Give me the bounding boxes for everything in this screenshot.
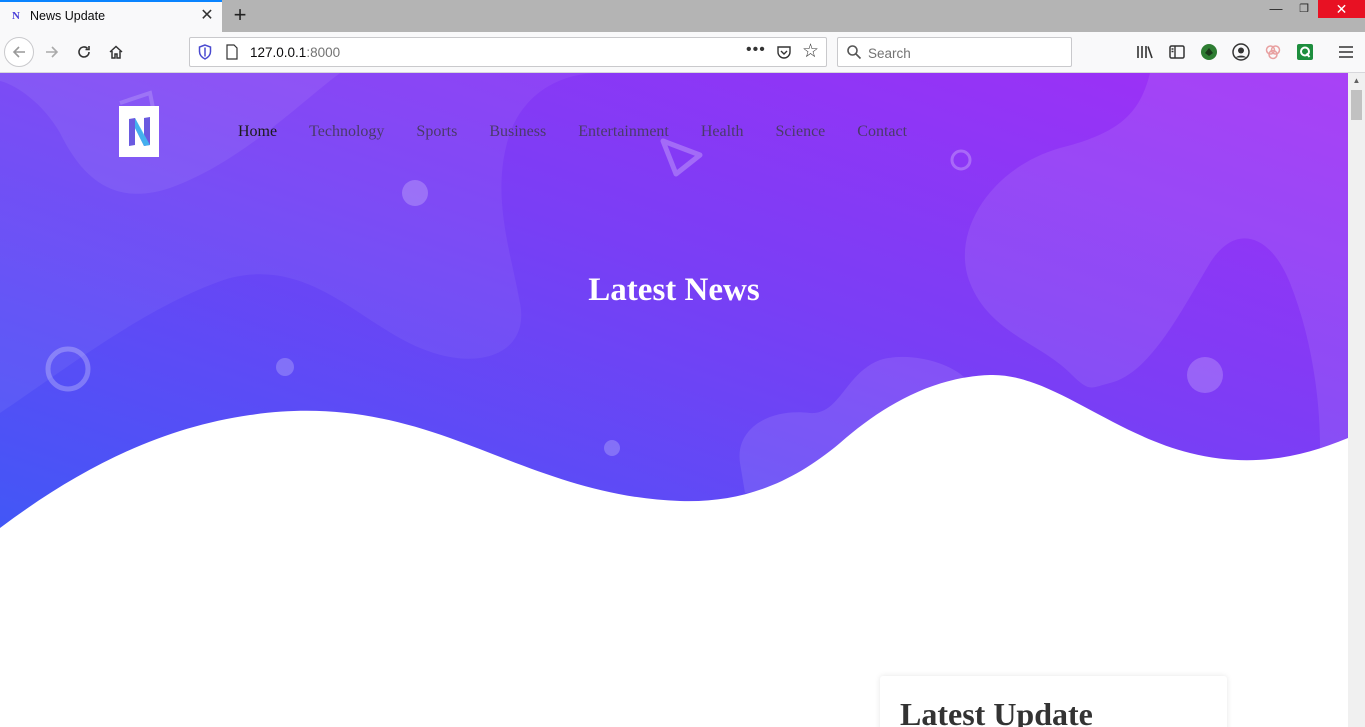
browser-toolbar: 127.0.0.1:8000 ••• ☆ Search [0, 32, 1365, 73]
nav-science[interactable]: Science [776, 123, 826, 141]
nav-entertainment[interactable]: Entertainment [578, 123, 669, 141]
main-nav: Home Technology Sports Business Entertai… [238, 123, 907, 141]
page-icon[interactable] [226, 44, 238, 60]
nav-technology[interactable]: Technology [309, 123, 384, 141]
tab-title: News Update [30, 9, 106, 23]
reload-icon [78, 46, 90, 58]
home-button[interactable] [102, 38, 130, 66]
star-icon[interactable]: ☆ [802, 40, 819, 63]
latest-update-title: Latest Update [900, 696, 1093, 727]
latest-update-card: Latest Update [880, 676, 1227, 727]
nav-sports[interactable]: Sports [416, 123, 457, 141]
search-bar[interactable]: Search [837, 37, 1072, 67]
nav-health[interactable]: Health [701, 123, 744, 141]
tab-close-icon[interactable]: ✕ [198, 7, 216, 25]
nav-business[interactable]: Business [489, 123, 546, 141]
tab-strip: N News Update ✕ + — ❐ ✕ [0, 0, 1365, 32]
scroll-thumb[interactable] [1351, 90, 1362, 120]
reload-button[interactable] [70, 38, 98, 66]
sidebar-icon[interactable] [1167, 42, 1187, 62]
page-actions-icon[interactable]: ••• [746, 41, 766, 59]
new-tab-button[interactable]: + [229, 3, 251, 27]
account-icon[interactable] [1231, 42, 1251, 62]
forward-button[interactable] [38, 38, 66, 66]
url-text[interactable]: 127.0.0.1:8000 [250, 45, 340, 60]
forward-arrow-icon [46, 46, 59, 58]
address-bar[interactable]: 127.0.0.1:8000 ••• ☆ [189, 37, 827, 67]
pocket-icon[interactable] [776, 44, 792, 60]
shield-icon[interactable] [198, 44, 212, 60]
nav-contact[interactable]: Contact [857, 123, 907, 141]
home-icon [109, 45, 123, 59]
page-scrollbar[interactable]: ▲ [1348, 73, 1365, 727]
favicon-icon: N [12, 10, 20, 22]
back-button[interactable] [4, 37, 34, 67]
window-minimize-button[interactable]: — [1262, 0, 1290, 18]
scroll-up-icon[interactable]: ▲ [1348, 73, 1365, 89]
library-icon[interactable] [1135, 42, 1155, 62]
menu-icon[interactable] [1336, 42, 1356, 62]
extension-icon[interactable] [1199, 42, 1219, 62]
page-viewport: Home Technology Sports Business Entertai… [0, 73, 1348, 727]
search-input[interactable]: Search [868, 46, 911, 61]
window-close-button[interactable]: ✕ [1318, 0, 1365, 18]
nav-home[interactable]: Home [238, 123, 277, 141]
search-icon [847, 45, 862, 60]
logo-n-icon [129, 117, 150, 146]
back-arrow-icon [12, 46, 25, 58]
extension-icon[interactable] [1263, 42, 1283, 62]
window-maximize-button[interactable]: ❐ [1290, 0, 1318, 18]
browser-tab[interactable]: N News Update ✕ [0, 0, 222, 32]
site-logo[interactable] [119, 106, 159, 157]
hero-title: Latest News [588, 272, 760, 308]
extension-icon[interactable] [1295, 42, 1315, 62]
